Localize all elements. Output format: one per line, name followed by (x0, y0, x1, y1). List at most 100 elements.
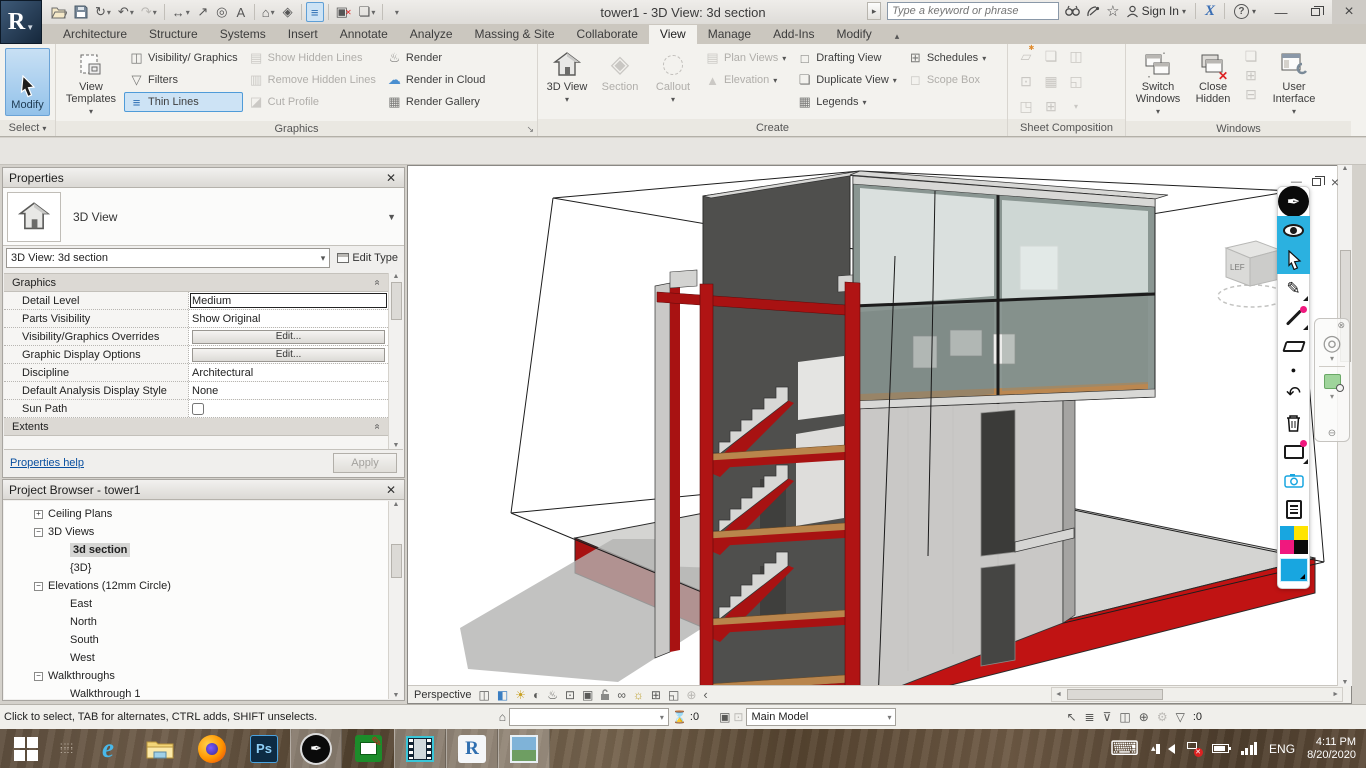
guide-grid-icon[interactable]: ▦ (1044, 73, 1057, 90)
cut-column-right[interactable] (845, 282, 860, 686)
project-browser-close-icon[interactable]: ✕ (384, 483, 398, 497)
element-type-selector[interactable]: 3D View ▼ (3, 188, 404, 246)
tab-insert[interactable]: Insert (277, 25, 329, 44)
expand-icon[interactable]: + (34, 510, 43, 519)
view-reference-icon[interactable]: ◫ (1069, 48, 1082, 65)
aligned-dimension-button[interactable]: ↗ (194, 2, 212, 22)
section-big-button[interactable]: ◈ Section (594, 46, 646, 117)
apply-button[interactable]: Apply (333, 453, 397, 473)
taskbar-firefox[interactable] (186, 729, 238, 768)
analysis-style-value[interactable]: None (189, 382, 388, 399)
line-tool-button[interactable] (1277, 303, 1310, 332)
show-hidden-lines-button[interactable]: ▤Show Hidden Lines (244, 48, 381, 68)
close-button[interactable]: × (1332, 0, 1366, 24)
matchline-icon[interactable]: ◱ (1069, 73, 1082, 90)
edit-type-button[interactable]: Edit Type (334, 252, 401, 264)
search-go-button[interactable]: ▸ (867, 2, 881, 20)
undo-annotation-button[interactable]: ↶ (1277, 379, 1310, 408)
tab-view[interactable]: View (649, 25, 697, 44)
scale-icon[interactable]: ◫ (478, 688, 489, 702)
exchange-apps-button[interactable]: X (1205, 3, 1215, 20)
tree-item-3d-section[interactable]: 3d section (4, 541, 388, 559)
design-options-dropdown[interactable]: Main Model▾ (746, 708, 896, 726)
select-links-icon[interactable]: ↖ (1066, 710, 1076, 724)
worksets-icon[interactable]: ⌂ (499, 710, 506, 724)
tree-item-elevations[interactable]: −Elevations (12mm Circle) (4, 577, 388, 595)
communication-center-button[interactable] (1086, 5, 1100, 18)
parts-visibility-value[interactable]: Show Original (189, 310, 388, 327)
design-options-icon[interactable]: ▣ (719, 710, 730, 724)
temporary-view-properties-icon[interactable]: ⊞ (651, 688, 661, 702)
tab-analyze[interactable]: Analyze (399, 25, 464, 44)
ime-dots-icon[interactable]: ∷∷∷∷ (52, 729, 82, 768)
wheel-caret-icon[interactable]: ▾ (1330, 354, 1334, 363)
close-hidden-button[interactable]: ✕ Close Hidden (1188, 46, 1238, 119)
glass-curtain-wall[interactable] (853, 176, 1155, 409)
network-signal-icon[interactable] (1241, 742, 1258, 755)
application-menu-button[interactable]: R▼ (0, 0, 42, 44)
unlocked-view-icon[interactable] (600, 689, 610, 701)
crop-view-icon[interactable]: ⊡ (565, 688, 575, 702)
scroll-thumb[interactable] (391, 282, 402, 320)
tree-item-east[interactable]: East (4, 595, 388, 613)
editing-requests-icon[interactable]: ⌛ (672, 710, 687, 724)
cursor-tool-button[interactable] (1277, 245, 1310, 274)
sun-path-checkbox[interactable] (192, 403, 204, 415)
reveal-constraints-icon[interactable]: ⊕ (686, 688, 696, 702)
drafting-view-button[interactable]: □Drafting View (792, 48, 902, 68)
duplicate-view-button[interactable]: ❏Duplicate View▾ (792, 70, 902, 90)
hscroll-thumb[interactable] (1067, 689, 1163, 700)
remove-hidden-lines-button[interactable]: ▥Remove Hidden Lines (244, 70, 381, 90)
visibility-tool-button[interactable] (1277, 216, 1310, 245)
scroll-up-icon[interactable]: ▲ (393, 273, 400, 280)
close-inactive-windows-button[interactable]: ▣✕ (333, 2, 355, 22)
revisions-icon[interactable]: ⊡ (1020, 73, 1032, 90)
pen-tool-button[interactable]: ✎ (1277, 274, 1310, 303)
modify-button[interactable]: Modify (5, 48, 50, 116)
temporary-hide-isolate-icon[interactable]: ∞ (617, 688, 626, 702)
color-palette[interactable] (1277, 524, 1310, 556)
properties-help-link[interactable]: Properties help (10, 457, 84, 469)
restore-button[interactable] (1298, 0, 1332, 24)
tab-massing-site[interactable]: Massing & Site (464, 25, 566, 44)
taskbar-internet-explorer[interactable]: e (82, 729, 134, 768)
thin-lines-toggle-button[interactable]: ≡ (306, 2, 324, 22)
graphic-display-edit-button[interactable]: Edit... (192, 348, 385, 362)
project-browser-header[interactable]: Project Browser - tower1 ✕ (3, 480, 404, 500)
text-button[interactable]: A (232, 2, 250, 22)
taskbar-video-editor[interactable] (394, 729, 446, 768)
battery-icon[interactable] (1212, 744, 1229, 753)
detail-level-value[interactable]: Medium (189, 292, 388, 309)
tab-modify[interactable]: Modify (825, 25, 882, 44)
displaced-elements-icon[interactable]: ◱ (668, 688, 679, 702)
cascade-views-icon[interactable]: ⊟ (1245, 86, 1257, 103)
tab-views-icon[interactable]: ❏ (1245, 48, 1258, 65)
taskbar-photoshop[interactable]: Ps (238, 729, 290, 768)
zoom-caret-icon[interactable]: ▾ (1330, 392, 1334, 401)
scroll-left-icon[interactable]: ◄ (1052, 691, 1065, 698)
graphics-collapse-icon[interactable]: » (372, 280, 383, 286)
select-panel-label[interactable]: Select (9, 122, 40, 134)
favorites-button[interactable]: ☆ (1106, 2, 1119, 20)
clock[interactable]: 4:11 PM 8/20/2020 (1307, 736, 1356, 762)
volume-icon[interactable] (1168, 744, 1175, 754)
collapse-icon[interactable]: − (34, 672, 43, 681)
open-button[interactable] (48, 2, 70, 22)
clear-all-button[interactable] (1277, 408, 1310, 437)
plan-views-button[interactable]: ▤Plan Views▾ (700, 48, 791, 68)
steering-wheel-icon[interactable]: ◎ (1322, 332, 1341, 354)
measure-button[interactable]: ↔▾ (169, 2, 193, 22)
redo-button[interactable]: ↷▾ (138, 2, 160, 22)
navbar-minimize-icon[interactable]: ⊖ (1328, 428, 1336, 441)
screenshot-button[interactable] (1277, 466, 1310, 495)
elevation-button[interactable]: ▲Elevation▾ (700, 70, 791, 90)
user-interface-button[interactable]: User Interface ▾ (1264, 46, 1324, 119)
visibility-graphics-button[interactable]: ◫Visibility/ Graphics (124, 48, 243, 68)
select-underlay-icon[interactable]: ≣ (1085, 710, 1095, 724)
visual-style-icon[interactable]: ◧ (497, 688, 508, 702)
discipline-value[interactable]: Architectural (189, 364, 388, 381)
properties-close-icon[interactable]: ✕ (384, 171, 398, 185)
sign-in-menu[interactable]: Sign In ▾ (1126, 4, 1186, 18)
properties-header[interactable]: Properties ✕ (3, 168, 404, 188)
sun-settings-icon[interactable]: ☀ (515, 688, 526, 702)
